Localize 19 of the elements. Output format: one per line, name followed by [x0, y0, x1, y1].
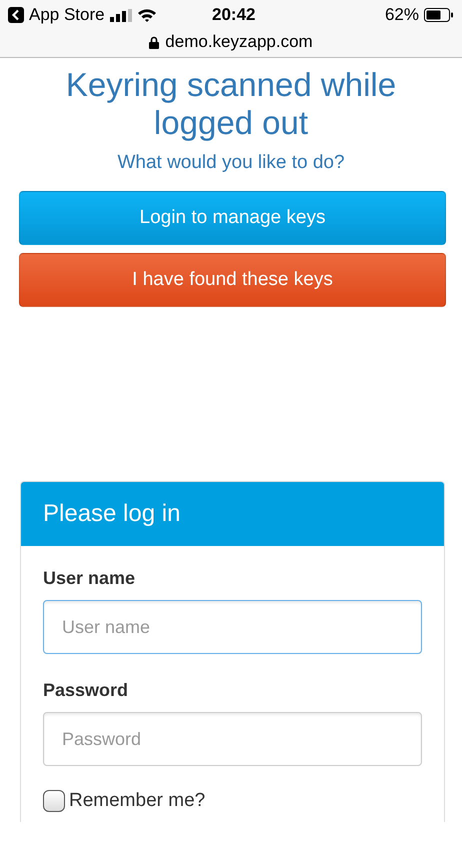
remember-label[interactable]: Remember me? — [69, 790, 206, 812]
lock-icon — [149, 36, 160, 48]
signal-icon — [110, 8, 132, 22]
page-subheading: What would you like to do? — [116, 152, 346, 174]
field-label: Password — [43, 680, 130, 701]
battery-percent: 62% — [384, 5, 419, 25]
username-field[interactable]: User name — [43, 600, 422, 654]
wifi-icon — [136, 8, 157, 22]
url-address[interactable]: demo.keyzapp.com — [165, 32, 313, 52]
login-title: Please log in — [21, 482, 444, 546]
field-label: User name — [43, 568, 136, 589]
back-app-label[interactable]: App Store — [29, 5, 105, 25]
page-heading: Keyring scanned while logged out — [64, 66, 398, 142]
clock-time: 20:42 — [212, 5, 256, 25]
password-field[interactable]: Password — [43, 712, 422, 766]
back-icon[interactable] — [8, 7, 24, 23]
remember-checkbox[interactable] — [43, 790, 65, 812]
battery-icon — [424, 8, 454, 22]
found-keys-button[interactable]: I have found these keys — [19, 253, 446, 307]
